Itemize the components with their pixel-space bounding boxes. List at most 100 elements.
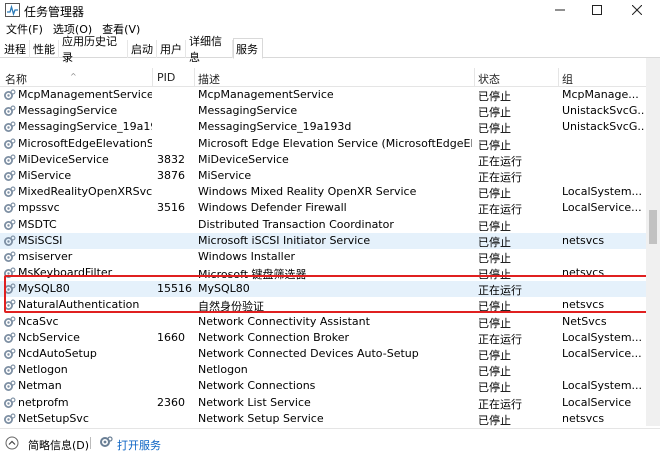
- tab-services[interactable]: 服务: [233, 38, 263, 59]
- service-gear-icon: [3, 413, 16, 425]
- table-row[interactable]: NetSetupSvc Network Setup Service 已停止 netsv…: [0, 411, 646, 426]
- vertical-scrollbar[interactable]: [646, 58, 660, 426]
- cell-name: Netman: [18, 379, 62, 393]
- cell-pid: 3832: [157, 152, 185, 166]
- cell-status: 正在运行: [478, 284, 522, 298]
- cell-description: MiDeviceService: [198, 152, 289, 166]
- close-button[interactable]: [617, 0, 657, 20]
- cell-status: 已停止: [478, 122, 511, 136]
- table-row[interactable]: netprofm 2360 Network List Service 正在运行 Loca…: [0, 395, 646, 411]
- minimize-button[interactable]: [540, 0, 580, 20]
- cell-group: netsvcs: [562, 233, 605, 247]
- table-row[interactable]: NaturalAuthentication 自然身份验证 已停止 netsvcs: [0, 297, 646, 313]
- cell-name: MixedRealityOpenXRSvc: [18, 185, 152, 199]
- service-gear-icon: [3, 89, 16, 101]
- column-header-group[interactable]: 组: [562, 71, 573, 87]
- table-row[interactable]: MySQL80 15516 MySQL80 正在运行: [0, 281, 646, 298]
- column-header-description[interactable]: 描述: [198, 71, 220, 87]
- cell-status: 已停止: [478, 251, 511, 265]
- table-row[interactable]: NcbService 1660 Network Connection Broker 正…: [0, 330, 646, 346]
- column-header-status[interactable]: 状态: [478, 71, 500, 87]
- menu-file[interactable]: 文件(F): [5, 21, 44, 37]
- services-table: ^ 名称 PID 描述 状态 组 McpManagementService Mcp…: [0, 58, 646, 426]
- service-gear-icon: [3, 154, 16, 166]
- table-row[interactable]: NcdAutoSetup Network Connected Devices Au…: [0, 346, 646, 362]
- table-row[interactable]: Netman Network Connections 已停止 LocalSystem.…: [0, 378, 646, 394]
- cell-pid: 3876: [157, 168, 185, 182]
- table-body: McpManagementService McpManagementService…: [0, 87, 646, 426]
- cell-pid: 2360: [157, 395, 185, 409]
- cell-name: mpssvc: [18, 201, 60, 215]
- cell-description: MessagingService: [198, 104, 298, 118]
- table-row[interactable]: MicrosoftEdgeElevationS... Microsoft Edge…: [0, 136, 646, 152]
- cell-name: Netlogon: [18, 363, 68, 377]
- table-row[interactable]: MSiSCSI Microsoft iSCSI Initiator Service…: [0, 232, 646, 249]
- open-services-link[interactable]: 打开服务: [117, 437, 161, 451]
- cell-status: 已停止: [478, 300, 511, 314]
- cell-description: MessagingService_19a193d: [198, 120, 352, 134]
- cell-group: LocalSystem...: [562, 330, 643, 344]
- cell-status: 已停止: [478, 106, 511, 120]
- table-row[interactable]: MessagingService_19a19... MessagingServic…: [0, 119, 646, 135]
- tab-users[interactable]: 用户: [158, 40, 186, 58]
- chevron-up-circle-icon[interactable]: [5, 436, 19, 450]
- service-gear-icon: [3, 380, 16, 392]
- cell-description: MySQL80: [198, 282, 250, 296]
- table-row[interactable]: Netlogon Netlogon 已停止: [0, 362, 646, 378]
- table-row[interactable]: MessagingService MessagingService 已停止 Unist…: [0, 103, 646, 119]
- cell-status: 正在运行: [478, 154, 522, 168]
- maximize-button[interactable]: [577, 0, 617, 20]
- tab-processes[interactable]: 进程: [2, 40, 30, 58]
- cell-status: 正在运行: [478, 203, 522, 217]
- service-gear-icon: [3, 332, 16, 344]
- table-row[interactable]: msiserver Windows Installer 已停止: [0, 249, 646, 265]
- tab-app-history[interactable]: 应用历史记录: [60, 35, 128, 64]
- cell-group: LocalService...: [562, 347, 642, 360]
- column-header-name[interactable]: 名称: [5, 71, 27, 87]
- scrollbar-thumb[interactable]: [649, 210, 657, 244]
- service-gear-icon: [3, 397, 16, 409]
- cell-description: Network Connection Broker: [198, 330, 349, 344]
- cell-group: netsvcs: [562, 411, 605, 425]
- cell-description: 自然身份验证: [198, 300, 264, 314]
- service-gear-icon: [3, 348, 16, 360]
- table-row[interactable]: mpssvc 3516 Windows Defender Firewall 正在运行 L…: [0, 200, 646, 216]
- service-gear-icon: [3, 251, 16, 263]
- cell-name: MiDeviceService: [18, 152, 109, 166]
- minimize-icon: [555, 9, 565, 11]
- cell-name: NetSetupSvc: [18, 411, 89, 425]
- table-row[interactable]: MSDTC Distributed Transaction Coordinator…: [0, 217, 646, 233]
- cell-name: MSiSCSI: [18, 233, 63, 247]
- cell-name: MicrosoftEdgeElevationS...: [18, 136, 152, 150]
- cell-status: 已停止: [478, 381, 511, 395]
- column-header-pid[interactable]: PID: [157, 71, 175, 84]
- cell-description: Microsoft Edge Elevation Service (Micros…: [198, 136, 472, 150]
- service-gear-icon: [3, 364, 16, 376]
- table-row[interactable]: MsKeyboardFilter Microsoft 键盘筛选器 已停止 netsvc…: [0, 265, 646, 281]
- table-row[interactable]: MiService 3876 MiService 正在运行: [0, 168, 646, 184]
- brief-info-link[interactable]: 简略信息(D): [28, 437, 89, 451]
- cell-name: MessagingService: [18, 104, 118, 118]
- cell-description: Microsoft 键盘筛选器: [198, 268, 307, 282]
- table-row[interactable]: MiDeviceService 3832 MiDeviceService 正在运行: [0, 152, 646, 168]
- cell-group: netsvcs: [562, 298, 605, 312]
- cell-description: Network Connectivity Assistant: [198, 314, 370, 328]
- cell-group: McpManage...: [562, 88, 639, 101]
- cell-name: NaturalAuthentication: [18, 298, 140, 312]
- service-gear-icon: [3, 202, 16, 214]
- table-row[interactable]: NcaSvc Network Connectivity Assistant 已停止 N…: [0, 314, 646, 330]
- cell-group: UnistackSvcG...: [562, 120, 644, 134]
- tab-startup[interactable]: 启动: [129, 40, 157, 58]
- cell-name: MSDTC: [18, 217, 57, 231]
- table-row[interactable]: McpManagementService McpManagementService…: [0, 87, 646, 103]
- cell-name: MiService: [18, 168, 72, 182]
- tab-details[interactable]: 详细信息: [187, 35, 233, 64]
- cell-group: LocalService...: [562, 201, 642, 215]
- service-gear-icon: [3, 316, 16, 328]
- cell-name: MessagingService_19a19...: [18, 120, 152, 134]
- cell-description: Windows Defender Firewall: [198, 201, 347, 215]
- cell-pid: 3516: [157, 201, 185, 215]
- table-row[interactable]: MixedRealityOpenXRSvc Windows Mixed Reali…: [0, 184, 646, 200]
- services-gear-icon: [100, 436, 113, 447]
- tab-performance[interactable]: 性能: [31, 40, 59, 58]
